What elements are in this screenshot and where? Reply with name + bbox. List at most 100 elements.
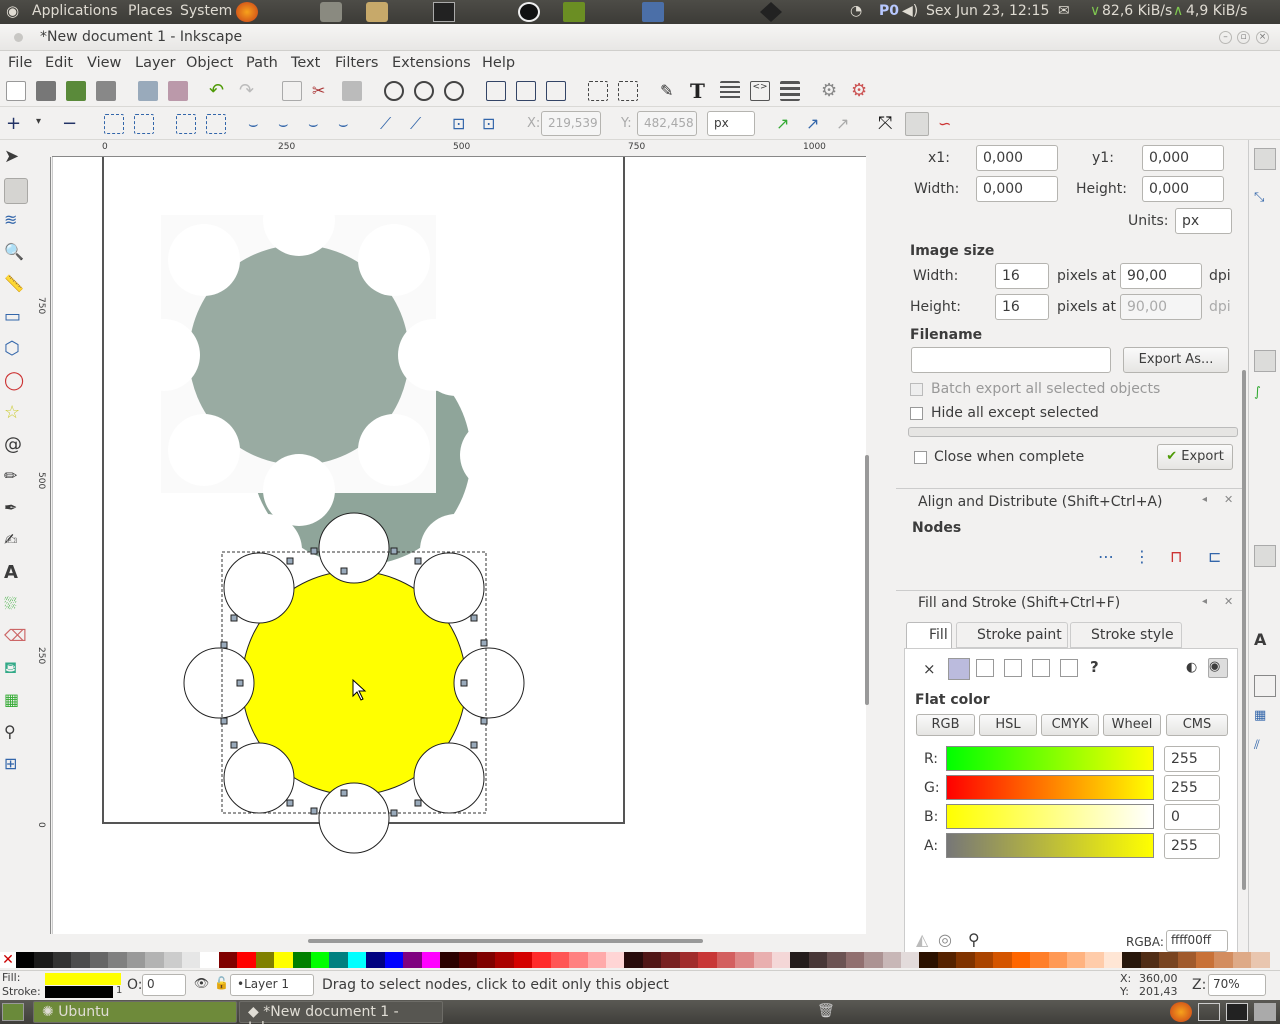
- hide-all-checkbox[interactable]: [910, 407, 923, 420]
- batch-checkbox[interactable]: [910, 383, 923, 396]
- window-menu-icon[interactable]: [14, 33, 23, 42]
- menu-file[interactable]: File: [8, 55, 32, 71]
- star-tool-icon[interactable]: ☆: [4, 402, 28, 428]
- terminal-launcher-icon[interactable]: [433, 2, 455, 22]
- menu-filters[interactable]: Filters: [335, 55, 378, 71]
- show-handles-toggle-icon[interactable]: [905, 112, 929, 136]
- y1-input[interactable]: 0,000: [1142, 145, 1224, 171]
- workspace-switcher[interactable]: [1254, 1003, 1276, 1021]
- menu-help[interactable]: Help: [482, 55, 515, 71]
- menu-text[interactable]: Text: [291, 55, 320, 71]
- select-original-icon[interactable]: [546, 81, 566, 101]
- cms-mode-button[interactable]: CMS: [1166, 714, 1228, 736]
- redo-icon[interactable]: ↷: [239, 81, 259, 101]
- swatch[interactable]: [808, 952, 828, 968]
- flat-color-icon[interactable]: [948, 658, 970, 680]
- swatch[interactable]: [440, 952, 459, 968]
- system-menu[interactable]: System: [180, 3, 232, 19]
- tab-stroke-paint[interactable]: Stroke paint: [956, 622, 1068, 648]
- b-input[interactable]: 0: [1164, 804, 1220, 830]
- canvas[interactable]: [52, 157, 866, 934]
- align-nodes-vertical-icon[interactable]: ⋮: [1134, 547, 1154, 567]
- zoom-selection-icon[interactable]: [384, 81, 404, 101]
- swatch[interactable]: [827, 952, 846, 968]
- gradient-tool-icon[interactable]: ▦: [4, 690, 28, 716]
- swatch[interactable]: [403, 952, 422, 968]
- selector-tool-icon[interactable]: ➤: [4, 146, 28, 172]
- b-slider[interactable]: [946, 804, 1154, 829]
- volume-icon[interactable]: ◀): [902, 3, 918, 19]
- swatch[interactable]: [495, 952, 514, 968]
- swatch[interactable]: [145, 952, 164, 968]
- connector-tool-icon[interactable]: ⊞: [4, 754, 28, 780]
- units-select[interactable]: px: [1175, 208, 1232, 234]
- swatch[interactable]: [901, 952, 920, 968]
- new-document-icon[interactable]: [6, 81, 26, 101]
- monitor-launcher-icon[interactable]: [563, 2, 585, 22]
- swatch[interactable]: [34, 952, 53, 968]
- swatch[interactable]: [1048, 952, 1067, 968]
- close-when-checkbox[interactable]: [914, 451, 927, 464]
- snap-paths-icon[interactable]: ∫: [1254, 385, 1276, 407]
- taskbar-ubuntu[interactable]: ✺ Ubuntu: [33, 1001, 237, 1023]
- smooth-node-icon[interactable]: ⌣: [278, 114, 298, 134]
- snap-others-icon[interactable]: [1254, 545, 1276, 567]
- export-button[interactable]: ✔ Export: [1157, 444, 1233, 470]
- dpi-input[interactable]: 90,00: [1120, 263, 1202, 289]
- taskbar-inkscape[interactable]: ◆ *New document 1 - Ink...: [239, 1001, 443, 1024]
- applications-menu[interactable]: Applications: [32, 3, 118, 19]
- swatch[interactable]: [1011, 952, 1031, 968]
- swatch[interactable]: [421, 952, 441, 968]
- swatch[interactable]: [1232, 952, 1252, 968]
- pencil-tool-icon[interactable]: ✏: [4, 466, 28, 492]
- swatch[interactable]: [974, 952, 994, 968]
- fill-indicator-swatch[interactable]: [45, 973, 121, 985]
- unlink-clone-icon[interactable]: [516, 81, 536, 101]
- swatch[interactable]: [16, 952, 35, 968]
- swatch[interactable]: [771, 952, 791, 968]
- swatch[interactable]: [937, 952, 957, 968]
- distribute-nodes-horizontal-icon[interactable]: ⊓: [1170, 547, 1190, 567]
- 3d-box-tool-icon[interactable]: ⬡: [4, 338, 28, 364]
- swatch[interactable]: [513, 952, 533, 968]
- a-launcher-icon[interactable]: [518, 2, 540, 22]
- zoom-drawing-icon[interactable]: [414, 81, 434, 101]
- gimp-launcher-icon[interactable]: [320, 2, 342, 22]
- menu-object[interactable]: Object: [186, 55, 233, 71]
- swatch[interactable]: [71, 952, 90, 968]
- group-icon[interactable]: [588, 81, 608, 101]
- measure-tool-icon[interactable]: 📏: [4, 274, 28, 300]
- show-desktop-icon[interactable]: [2, 1003, 24, 1021]
- pen-tool-icon[interactable]: ✒: [4, 498, 28, 524]
- ellipse-tool-icon[interactable]: ◯: [4, 370, 28, 396]
- swatch[interactable]: [1140, 952, 1160, 968]
- clone-icon[interactable]: [486, 81, 506, 101]
- layer-select[interactable]: •Layer 1: [230, 974, 314, 996]
- swatch[interactable]: [1196, 952, 1215, 968]
- swatch[interactable]: [716, 952, 736, 968]
- nonzero-fill-icon[interactable]: ◉: [1208, 658, 1228, 678]
- trash-icon[interactable]: 🗑: [817, 1003, 837, 1021]
- distribute-nodes-vertical-icon[interactable]: ⊏: [1208, 547, 1228, 567]
- join-segment-icon[interactable]: [176, 114, 196, 134]
- ubuntu-logo-icon[interactable]: ◉: [6, 2, 19, 20]
- hsl-mode-button[interactable]: HSL: [979, 714, 1037, 736]
- spray-tool-icon[interactable]: ⛆: [4, 594, 28, 620]
- swatch[interactable]: [311, 952, 330, 968]
- x1-input[interactable]: 0,000: [976, 145, 1058, 171]
- document-properties-icon[interactable]: ⚙: [851, 81, 871, 101]
- line-segment-icon[interactable]: ⟋: [380, 114, 400, 134]
- minimize-button[interactable]: –: [1219, 31, 1232, 44]
- no-color-swatch[interactable]: ✕: [0, 952, 16, 968]
- export-as-button[interactable]: Export As...: [1123, 347, 1229, 373]
- eraser-tool-icon[interactable]: ⌫: [4, 626, 28, 652]
- save-icon[interactable]: [66, 81, 86, 101]
- window-task-icon[interactable]: [1198, 1003, 1220, 1021]
- swatch[interactable]: [274, 952, 293, 968]
- swatch[interactable]: [1177, 952, 1196, 968]
- snap-grid-icon[interactable]: ▦: [1254, 708, 1276, 730]
- menu-path[interactable]: Path: [246, 55, 278, 71]
- fill-stroke-header[interactable]: Fill and Stroke (Shift+Ctrl+F) ◂ ✕: [896, 590, 1242, 616]
- a-slider[interactable]: [946, 833, 1154, 858]
- show-clippath-icon[interactable]: ↗: [806, 114, 826, 134]
